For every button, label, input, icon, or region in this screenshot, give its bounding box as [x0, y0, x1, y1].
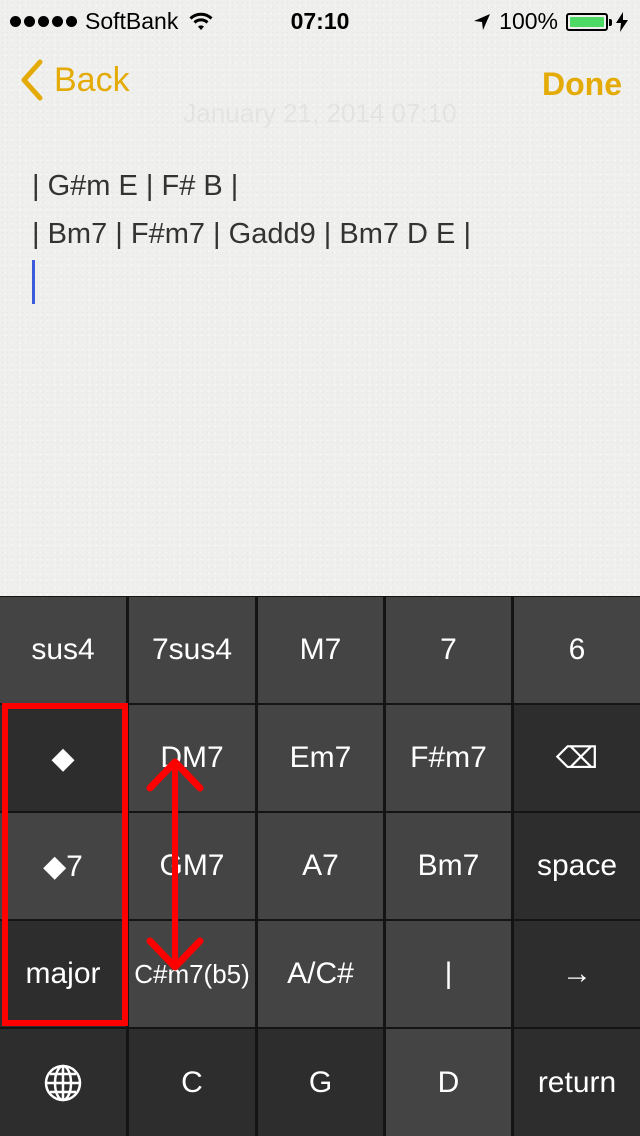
- globe-key[interactable]: [0, 1029, 126, 1136]
- key-bar[interactable]: |: [386, 921, 511, 1027]
- key-sus4[interactable]: sus4: [0, 597, 126, 703]
- key-root-chord[interactable]: ◆: [0, 705, 126, 811]
- key-dm7[interactable]: DM7: [129, 705, 255, 811]
- status-right: 100%: [473, 8, 628, 35]
- back-label: Back: [54, 60, 130, 99]
- arrow-right-key[interactable]: →: [514, 921, 640, 1027]
- key-root-seventh[interactable]: ◆7: [0, 813, 126, 919]
- globe-icon: [44, 1064, 82, 1101]
- note-line: | G#m E | F# B |: [32, 170, 239, 202]
- return-key[interactable]: return: [514, 1029, 640, 1136]
- note-line: | Bm7 | F#m7 | Gadd9 | Bm7 D E |: [32, 218, 471, 250]
- key-6[interactable]: 6: [514, 597, 640, 703]
- note-date: January 21, 2014 07:10: [0, 98, 640, 129]
- key-major[interactable]: major: [0, 921, 126, 1027]
- key-gm7[interactable]: GM7: [129, 813, 255, 919]
- text-cursor: [32, 260, 35, 304]
- battery-percent: 100%: [499, 8, 558, 34]
- key-c[interactable]: C: [129, 1029, 255, 1136]
- key-em7[interactable]: Em7: [258, 705, 383, 811]
- location-arrow-icon: [474, 13, 491, 30]
- note-text-area[interactable]: | G#m E | F# B | | Bm7 | F#m7 | Gadd9 | …: [32, 162, 612, 304]
- key-c-sharp-m7b5[interactable]: C#m7(b5): [129, 921, 255, 1027]
- charging-bolt-icon: [616, 11, 628, 32]
- key-7sus4[interactable]: 7sus4: [129, 597, 255, 703]
- key-7[interactable]: 7: [386, 597, 511, 703]
- space-key[interactable]: space: [514, 813, 640, 919]
- key-a7[interactable]: A7: [258, 813, 383, 919]
- key-d[interactable]: D: [386, 1029, 511, 1136]
- back-button[interactable]: Back: [20, 58, 130, 102]
- delete-key[interactable]: ⌫: [514, 705, 640, 811]
- delete-icon: ⌫: [555, 741, 599, 775]
- key-a-over-c-sharp[interactable]: A/C#: [258, 921, 383, 1027]
- status-bar: SoftBank 07:10 100%: [0, 0, 640, 40]
- key-bm7[interactable]: Bm7: [386, 813, 511, 919]
- battery-icon: [566, 12, 612, 31]
- key-m7[interactable]: M7: [258, 597, 383, 703]
- key-g[interactable]: G: [258, 1029, 383, 1136]
- chevron-left-icon: [21, 59, 43, 101]
- arrow-right-icon: →: [562, 957, 592, 990]
- key-f-sharp-m7[interactable]: F#m7: [386, 705, 511, 811]
